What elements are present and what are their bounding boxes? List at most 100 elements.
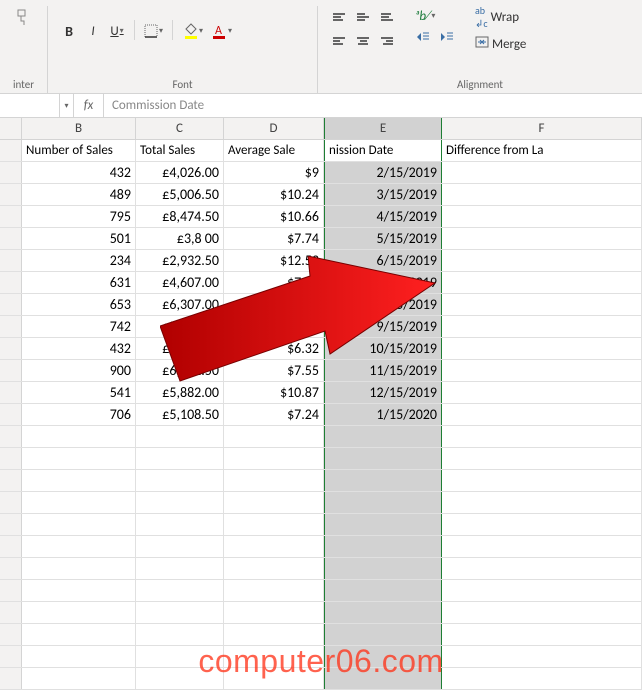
borders-button[interactable]: ▾ [141,20,166,42]
cell[interactable] [22,514,136,535]
column-header-B[interactable]: B [22,118,136,139]
cell[interactable]: 501 [22,228,136,249]
cell[interactable]: £4,607.00 [136,272,224,293]
row-header[interactable] [0,624,22,645]
cell[interactable] [324,492,442,513]
formula-input[interactable]: Commission Date [104,94,642,117]
cell[interactable] [442,580,642,601]
cell[interactable]: 12/15/2019 [324,382,442,403]
cell[interactable]: 5/15/2019 [324,228,442,249]
cell[interactable]: Total Sales [136,140,224,161]
cell[interactable]: 653 [22,294,136,315]
cell[interactable]: 900 [22,360,136,381]
underline-button[interactable]: U▾ [106,20,128,42]
cell[interactable] [442,602,642,623]
cell[interactable]: Number of Sales [22,140,136,161]
cell[interactable] [442,206,642,227]
orientation-button[interactable]: ᵃb⁄▾ [412,6,438,26]
cell[interactable] [442,250,642,271]
cell[interactable]: Difference from La [442,140,642,161]
cell[interactable]: 432 [22,338,136,359]
cell[interactable] [442,448,642,469]
row-header[interactable] [0,448,22,469]
cell[interactable] [22,492,136,513]
cell[interactable] [22,624,136,645]
cell[interactable] [136,426,224,447]
cell[interactable] [442,184,642,205]
cell[interactable] [136,602,224,623]
cell[interactable] [324,602,442,623]
cell[interactable] [22,536,136,557]
align-top-button[interactable] [328,6,350,28]
cell[interactable] [224,514,324,535]
row-header[interactable] [0,272,22,293]
row-header[interactable] [0,206,22,227]
cell[interactable]: 11/15/2019 [324,360,442,381]
cell[interactable]: $7.55 [224,360,324,381]
cell[interactable] [22,426,136,447]
align-center-button[interactable] [352,30,374,52]
cell[interactable] [22,580,136,601]
cell[interactable]: 8/15/2019 [324,294,442,315]
cell[interactable] [136,470,224,491]
cell[interactable] [224,426,324,447]
cell[interactable] [324,536,442,557]
cell[interactable]: £5,006.50 [136,184,224,205]
cell[interactable] [22,558,136,579]
cell[interactable]: 631 [22,272,136,293]
fx-label[interactable]: fx [74,94,104,117]
cell[interactable] [22,668,136,689]
cell[interactable] [324,580,442,601]
align-bottom-button[interactable] [376,6,398,28]
column-header-D[interactable]: D [224,118,324,139]
cell[interactable] [324,558,442,579]
italic-button[interactable]: I [82,20,104,42]
cell[interactable]: $12.53 [224,250,324,271]
cell[interactable] [324,514,442,535]
cell[interactable] [224,448,324,469]
row-header[interactable] [0,558,22,579]
cell[interactable] [442,492,642,513]
cell[interactable] [136,536,224,557]
cell[interactable] [442,514,642,535]
cell[interactable] [22,448,136,469]
row-header[interactable] [0,646,22,667]
cell[interactable]: $10.87 [224,382,324,403]
row-header[interactable] [0,492,22,513]
cell[interactable] [136,580,224,601]
decrease-indent-button[interactable] [412,30,434,48]
cell[interactable]: $7.30 [224,272,324,293]
cell[interactable] [324,624,442,645]
row-header[interactable] [0,580,22,601]
cell[interactable]: £5,882.00 [136,382,224,403]
cell[interactable] [442,228,642,249]
row-header[interactable] [0,360,22,381]
cell[interactable] [22,470,136,491]
cell[interactable]: $9.66 [224,294,324,315]
cell[interactable]: £2,728.50 [136,338,224,359]
row-header[interactable] [0,470,22,491]
cell[interactable]: £6,791.50 [136,360,224,381]
row-header[interactable] [0,184,22,205]
cell[interactable]: 742 [22,316,136,337]
cell[interactable] [224,624,324,645]
cell[interactable]: $7.49 [224,316,324,337]
cell[interactable] [442,624,642,645]
cell[interactable] [224,558,324,579]
cell[interactable]: £8,474.50 [136,206,224,227]
select-all-corner[interactable] [0,118,22,139]
cell[interactable] [442,338,642,359]
cell[interactable]: £5,108.50 [136,404,224,425]
cell[interactable] [442,646,642,667]
cell[interactable]: 10/15/2019 [324,338,442,359]
merge-center-button[interactable]: Merge [472,33,542,55]
cell[interactable] [442,382,642,403]
cell[interactable]: 706 [22,404,136,425]
cell[interactable]: £2,932.50 [136,250,224,271]
align-left-button[interactable] [328,30,350,52]
row-header[interactable] [0,162,22,183]
name-box-dropdown[interactable]: ▾ [60,94,74,117]
cell[interactable] [442,536,642,557]
wrap-text-button[interactable]: ab↲cWrap [472,6,542,28]
cell[interactable]: 2/15/2019 [324,162,442,183]
